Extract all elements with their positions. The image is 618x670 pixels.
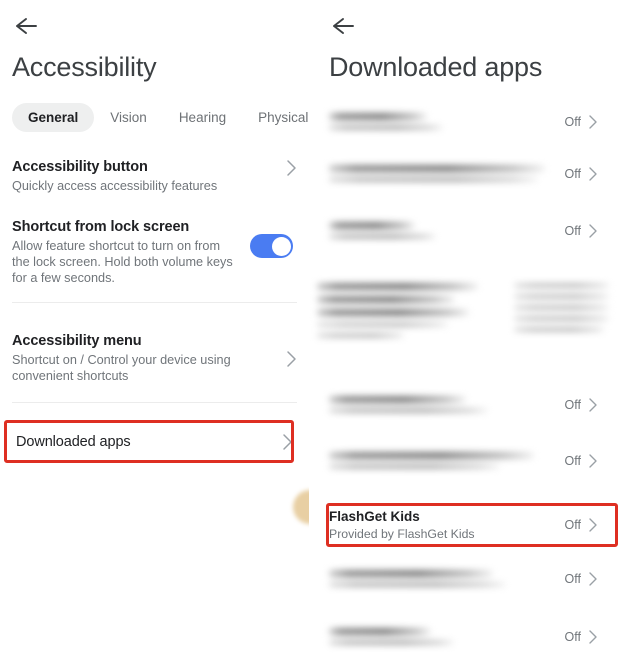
page-title: Downloaded apps <box>329 52 543 82</box>
app-list-item[interactable]: Off <box>309 628 618 645</box>
section-divider <box>12 302 297 303</box>
chevron-right-icon[interactable] <box>588 397 598 413</box>
toggle-knob <box>271 236 291 256</box>
app-list-item-flashget-kids[interactable]: FlashGet Kids Provided by FlashGet Kids … <box>309 508 618 542</box>
tab-general[interactable]: General <box>12 103 95 132</box>
app-name-blurred <box>329 452 557 469</box>
chevron-right-icon[interactable] <box>588 223 598 239</box>
app-name-blurred <box>329 628 557 645</box>
downloaded-apps-panel: Downloaded apps Off Off Off Off Off Flas… <box>309 0 618 670</box>
tab-vision[interactable]: Vision <box>94 103 163 132</box>
chevron-right-icon[interactable] <box>588 166 598 182</box>
app-status-label: Off <box>564 223 581 238</box>
app-name-blurred <box>329 396 557 413</box>
app-list-item[interactable]: Off <box>309 570 618 587</box>
app-list-item[interactable]: Off <box>309 452 618 469</box>
app-name: FlashGet Kids <box>329 509 420 524</box>
chevron-right-icon[interactable] <box>286 158 297 177</box>
app-description-blurred-right <box>309 283 618 338</box>
setting-subtitle: Shortcut on / Control your device using … <box>12 353 231 383</box>
chevron-right-icon[interactable] <box>588 629 598 645</box>
section-divider <box>12 402 297 403</box>
chevron-right-icon[interactable] <box>588 571 598 587</box>
setting-row-downloaded-apps[interactable]: Downloaded apps <box>0 433 309 452</box>
shortcut-lock-screen-toggle[interactable] <box>250 234 293 258</box>
app-status-label: Off <box>564 571 581 586</box>
setting-text-block: Accessibility button Quickly access acce… <box>12 158 276 194</box>
chevron-right-icon[interactable] <box>282 433 293 451</box>
setting-text-block: Shortcut from lock screen Allow feature … <box>12 218 237 286</box>
setting-title: Accessibility menu <box>12 333 142 349</box>
app-status-label: Off <box>564 453 581 468</box>
app-status-label: Off <box>564 629 581 644</box>
app-text-block: FlashGet Kids Provided by FlashGet Kids <box>329 508 557 542</box>
setting-text-block: Accessibility menu Shortcut on / Control… <box>12 332 276 384</box>
chevron-right-icon[interactable] <box>588 517 598 533</box>
app-status-label: Off <box>564 518 581 532</box>
app-list-item[interactable]: Off <box>309 113 618 130</box>
setting-title: Downloaded apps <box>16 434 131 450</box>
setting-title: Accessibility button <box>12 159 148 175</box>
accessibility-settings-panel: Accessibility General Vision Hearing Phy… <box>0 0 309 670</box>
tab-hearing[interactable]: Hearing <box>163 103 242 132</box>
setting-row-accessibility-button[interactable]: Accessibility button Quickly access acce… <box>0 158 309 194</box>
setting-row-accessibility-menu[interactable]: Accessibility menu Shortcut on / Control… <box>0 332 309 384</box>
app-status-label: Off <box>564 397 581 412</box>
app-list-item[interactable]: Off <box>309 396 618 413</box>
accessibility-tab-bar: General Vision Hearing Physical <box>12 103 309 132</box>
app-icon-circle <box>293 490 309 524</box>
setting-title: Shortcut from lock screen <box>12 219 190 235</box>
back-arrow-icon[interactable] <box>331 14 357 38</box>
chevron-right-icon[interactable] <box>588 114 598 130</box>
app-list-item[interactable]: Off <box>309 222 618 239</box>
app-name-blurred <box>329 165 557 182</box>
chevron-right-icon[interactable] <box>588 453 598 469</box>
dual-panel-screenshot: Accessibility General Vision Hearing Phy… <box>0 0 618 670</box>
app-name-blurred <box>329 570 557 587</box>
back-arrow-icon[interactable] <box>14 14 40 38</box>
setting-subtitle: Allow feature shortcut to turn on from t… <box>12 239 233 285</box>
app-provider: Provided by FlashGet Kids <box>329 527 475 541</box>
setting-subtitle: Quickly access accessibility features <box>12 179 218 193</box>
app-name-blurred <box>329 113 557 130</box>
app-name-blurred <box>329 222 557 239</box>
app-list-item[interactable]: Off <box>309 165 618 182</box>
chevron-right-icon[interactable] <box>286 332 297 368</box>
page-title: Accessibility <box>12 52 157 82</box>
tab-physical[interactable]: Physical <box>242 103 309 132</box>
setting-text-block: Downloaded apps <box>16 433 272 452</box>
app-status-label: Off <box>564 114 581 129</box>
app-status-label: Off <box>564 166 581 181</box>
